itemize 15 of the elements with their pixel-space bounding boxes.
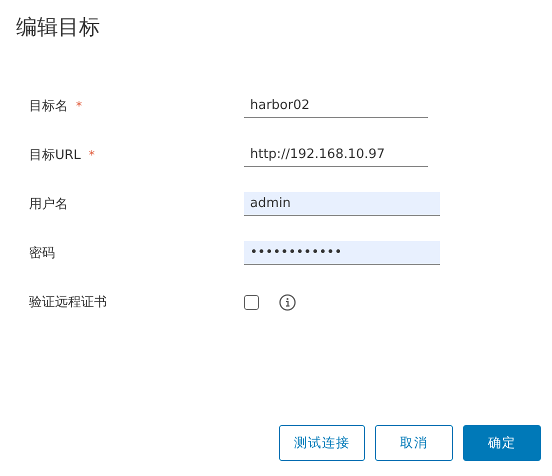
- dialog-button[interactable]: 确定: [463, 425, 541, 461]
- field-label: 密码: [29, 245, 55, 262]
- dialog-button[interactable]: 取消: [375, 425, 453, 461]
- required-mark: *: [76, 99, 82, 113]
- checkbox[interactable]: [244, 294, 259, 310]
- field-label: 目标名: [29, 98, 68, 115]
- input-field[interactable]: ••••••••••••: [244, 241, 440, 265]
- dialog-button[interactable]: 测试连接: [279, 425, 365, 461]
- info-icon[interactable]: [279, 294, 296, 310]
- required-mark: *: [88, 148, 95, 162]
- dialog-title: 编辑目标: [16, 14, 100, 41]
- input-field[interactable]: admin: [244, 192, 440, 216]
- field-label: 验证远程证书: [29, 294, 107, 311]
- field-label: 目标URL: [29, 147, 81, 164]
- field-label: 用户名: [29, 196, 68, 213]
